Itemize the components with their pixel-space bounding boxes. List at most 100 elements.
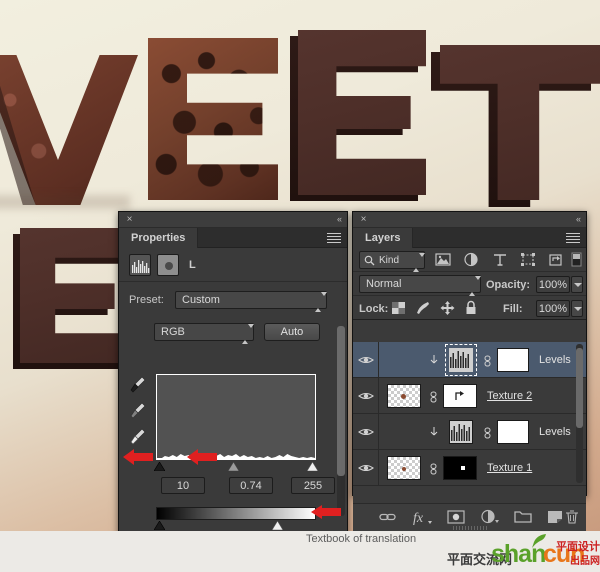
output-levels-slider[interactable] (153, 520, 318, 531)
fill-field[interactable]: 100% (536, 300, 570, 317)
collapse-panel-icon[interactable]: « (337, 215, 342, 224)
set-gray-point-eyedropper[interactable] (129, 400, 147, 422)
filter-toggle-icon[interactable] (571, 252, 583, 268)
type-layer-filter-icon[interactable] (492, 252, 509, 268)
svg-text:fx: fx (413, 511, 424, 525)
panel-menu-icon[interactable] (327, 233, 341, 244)
blend-mode-row[interactable]: Normal Opacity: 100% (353, 272, 586, 296)
lock-label: Lock: (359, 303, 389, 315)
layer-thumbnail[interactable] (387, 384, 421, 408)
fill-dropdown-icon[interactable] (571, 300, 583, 317)
output-black-handle[interactable] (153, 520, 166, 531)
chevron-updown-icon[interactable] (469, 276, 481, 296)
set-white-point-eyedropper[interactable] (129, 426, 147, 448)
output-white-handle[interactable] (271, 520, 284, 531)
layer-mask-thumbnail[interactable] (443, 456, 477, 480)
output-levels-gradient (156, 507, 316, 520)
midtone-input-handle[interactable] (228, 462, 239, 471)
filter-kind-select[interactable]: Kind (359, 251, 425, 272)
layer-visibility-toggle[interactable] (353, 414, 379, 449)
lock-image-pixels-icon[interactable] (415, 301, 431, 315)
delete-layer-icon[interactable] (558, 508, 584, 526)
lock-position-icon[interactable] (440, 301, 455, 315)
shape-layer-filter-icon[interactable] (520, 252, 537, 268)
link-mask-icon[interactable] (483, 355, 492, 367)
opacity-field[interactable]: 100% (536, 276, 570, 293)
smart-object-badge-icon (455, 391, 464, 400)
properties-scrollbar[interactable] (337, 326, 345, 516)
opacity-dropdown-icon[interactable] (571, 276, 583, 293)
tab-properties[interactable]: Properties (119, 228, 199, 248)
shadow-input-field[interactable]: 10 (161, 477, 205, 494)
properties-scrollbar-thumb[interactable] (337, 326, 345, 476)
properties-tab-row[interactable]: Properties (119, 228, 347, 248)
levels-histogram-icon (451, 424, 470, 441)
artwork-letter-e-2 (290, 30, 426, 201)
layers-tab-row[interactable]: Layers (353, 228, 586, 248)
close-icon[interactable]: × (359, 215, 368, 225)
annotation-arrow-output (311, 504, 341, 523)
set-black-point-eyedropper[interactable] (129, 374, 147, 396)
levels-histogram-icon[interactable] (129, 254, 151, 276)
highlight-input-handle[interactable] (307, 462, 318, 471)
layer-name[interactable]: Texture 2 (487, 390, 532, 402)
chevron-updown-icon[interactable] (413, 253, 425, 272)
link-mask-icon[interactable] (429, 391, 438, 403)
blend-mode-select[interactable]: Normal (359, 275, 481, 296)
pixel-layer-filter-icon[interactable] (435, 252, 452, 268)
new-adjustment-layer-icon[interactable] (477, 508, 503, 526)
table-row[interactable]: Texture 2 (353, 378, 586, 414)
shadow-input-handle[interactable] (154, 462, 165, 471)
lock-all-icon[interactable] (464, 300, 478, 316)
layer-list[interactable]: Levels Texture 2 Levels Texture 1 (353, 342, 586, 486)
lock-row[interactable]: Lock: Fill: 100% (353, 296, 586, 320)
tab-layers[interactable]: Layers (353, 228, 414, 248)
auto-button[interactable]: Auto (264, 323, 320, 341)
close-icon[interactable]: × (125, 215, 134, 225)
highlight-input-field[interactable]: 255 (291, 477, 335, 494)
layer-visibility-toggle[interactable] (353, 378, 379, 413)
preset-select[interactable]: Custom (175, 291, 327, 312)
table-row[interactable]: Levels (353, 342, 586, 378)
levels-histogram-display[interactable] (156, 374, 316, 460)
adjustment-layer-filter-icon[interactable] (463, 252, 480, 268)
link-mask-icon[interactable] (483, 427, 492, 439)
collapse-panel-icon[interactable]: « (576, 215, 581, 224)
chevron-updown-icon[interactable] (242, 324, 254, 344)
layers-titlebar[interactable]: × « (353, 212, 586, 228)
layer-mask-thumbnail[interactable] (497, 348, 529, 372)
layer-thumbnail[interactable] (445, 344, 477, 376)
leaf-icon (531, 534, 547, 548)
layer-style-fx-icon[interactable]: fx (409, 508, 435, 526)
properties-titlebar[interactable]: × « (119, 212, 347, 228)
panel-resize-grip[interactable] (452, 526, 487, 530)
layer-thumbnail[interactable] (387, 456, 421, 480)
layer-mask-thumbnail[interactable] (497, 420, 529, 444)
channel-select[interactable]: RGB (154, 323, 254, 344)
chevron-updown-icon[interactable] (315, 292, 327, 312)
layer-filter-row[interactable]: Kind (353, 248, 586, 272)
smart-object-filter-icon[interactable] (548, 252, 565, 268)
link-mask-icon[interactable] (429, 463, 438, 475)
input-levels-slider[interactable] (154, 461, 318, 471)
link-layers-icon[interactable] (375, 508, 401, 526)
smart-object-thumbnail[interactable] (443, 384, 477, 408)
midtone-input-field[interactable]: 0.74 (229, 477, 273, 494)
lock-transparent-pixels-icon[interactable] (391, 301, 406, 315)
layer-list-scrollbar-thumb[interactable] (576, 348, 583, 428)
panel-menu-icon[interactable] (566, 233, 580, 244)
layer-name[interactable]: Levels (539, 426, 571, 438)
layer-mask-icon[interactable] (157, 254, 179, 276)
table-row[interactable]: Texture 1 (353, 450, 586, 486)
layer-visibility-toggle[interactable] (353, 450, 379, 485)
layer-thumbnail[interactable] (449, 420, 473, 444)
layer-name[interactable]: Texture 1 (487, 462, 532, 474)
layer-list-scrollbar[interactable] (576, 344, 583, 483)
layer-name[interactable]: Levels (539, 354, 571, 366)
properties-panel[interactable]: × « Properties L Preset: Custom RGB Auto… (118, 211, 348, 572)
new-group-icon[interactable] (511, 508, 537, 526)
table-row[interactable]: Levels (353, 414, 586, 450)
add-layer-mask-icon[interactable] (443, 508, 469, 526)
layers-panel[interactable]: × « Layers Kind Normal Opacity: 100% Loc… (352, 211, 587, 531)
layer-visibility-toggle[interactable] (353, 342, 379, 377)
